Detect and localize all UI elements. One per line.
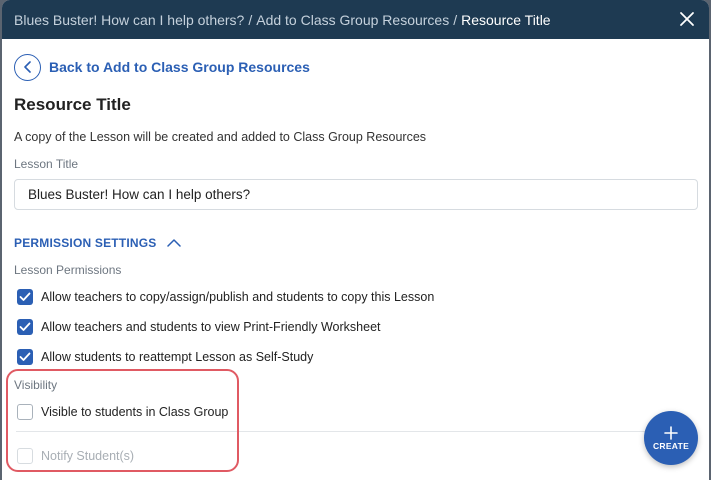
lesson-permissions-label: Lesson Permissions <box>14 263 122 277</box>
back-link[interactable]: Back to Add to Class Group Resources <box>14 53 697 81</box>
back-link-label[interactable]: Back to Add to Class Group Resources <box>49 59 310 75</box>
permission-option-copy[interactable]: Allow teachers to copy/assign/publish an… <box>17 287 697 307</box>
breadcrumb-lesson[interactable]: Blues Buster! How can I help others? <box>14 12 244 28</box>
page-title: Resource Title <box>14 95 131 114</box>
lesson-title-input[interactable]: Blues Buster! How can I help others? <box>14 179 698 210</box>
breadcrumb-separator: / <box>453 11 458 28</box>
permission-option-worksheet[interactable]: Allow teachers and students to view Prin… <box>17 317 697 337</box>
visibility-highlight-box <box>6 369 239 472</box>
permission-settings-header[interactable]: PERMISSION SETTINGS <box>14 236 157 250</box>
breadcrumb-current: Resource Title <box>461 11 551 28</box>
checkbox-checked-icon[interactable] <box>17 349 33 365</box>
plus-icon <box>664 425 678 440</box>
checkbox-checked-icon[interactable] <box>17 289 33 305</box>
description: A copy of the Lesson will be created and… <box>14 130 427 144</box>
lesson-title-label: Lesson Title <box>14 157 79 171</box>
permission-settings-toggle[interactable]: PERMISSION SETTINGS <box>14 234 697 252</box>
create-button-label: CREATE <box>652 440 690 451</box>
checkbox-checked-icon[interactable] <box>17 319 33 335</box>
chevron-up-icon[interactable] <box>166 234 181 252</box>
permission-option-label: Allow teachers to copy/assign/publish an… <box>41 290 435 304</box>
close-icon[interactable] <box>679 11 695 27</box>
permission-option-label: Allow teachers and students to view Prin… <box>41 320 381 334</box>
create-button[interactable]: CREATE <box>644 411 698 465</box>
modal: Blues Buster! How can I help others? / A… <box>2 0 709 480</box>
back-arrow-icon[interactable] <box>14 53 41 81</box>
breadcrumb-add-to-class-group[interactable]: Add to Class Group Resources <box>256 12 449 28</box>
permission-option-reattempt[interactable]: Allow students to reattempt Lesson as Se… <box>17 347 697 367</box>
lesson-title-value: Blues Buster! How can I help others? <box>28 187 251 202</box>
permission-option-label: Allow students to reattempt Lesson as Se… <box>41 350 314 364</box>
breadcrumb-separator: / <box>248 11 253 28</box>
title-bar: Blues Buster! How can I help others? / A… <box>2 0 709 39</box>
